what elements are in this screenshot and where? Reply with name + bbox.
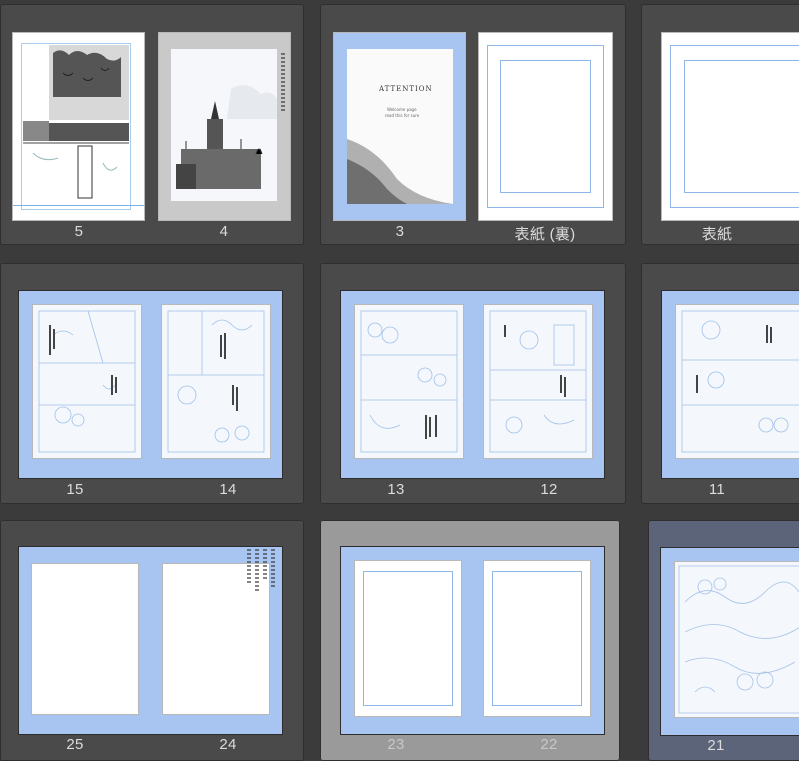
spread-cell-25-24[interactable]: 25 24 [0, 520, 304, 761]
page-number-label: 4 [219, 223, 229, 240]
note-text [271, 549, 275, 587]
guide-line [13, 205, 144, 206]
safe-area-guide [363, 571, 453, 706]
page-canvas-4 [171, 49, 277, 201]
note-text [255, 549, 259, 591]
page-number-label: 12 [540, 481, 558, 498]
page-thumbnail-15[interactable] [33, 305, 141, 458]
safe-area-guide [684, 60, 799, 193]
storyboard-sketch [489, 310, 587, 453]
storyboard-sketch [360, 310, 458, 453]
sidebar-note-text [281, 53, 285, 113]
page-number-label: 23 [387, 736, 405, 753]
spread-cell-15-14[interactable]: 15 14 [0, 263, 304, 504]
page-number-label: 13 [387, 481, 405, 498]
page-thumbnail-21[interactable] [675, 562, 799, 717]
note-text [263, 549, 267, 579]
page-thumbnail-cover[interactable] [662, 33, 799, 220]
page-thumbnail-22[interactable] [484, 561, 590, 716]
page-number-label: 25 [66, 736, 84, 753]
spread-cell-21-selected[interactable]: 21 [648, 520, 799, 761]
page-thumbnail-11[interactable] [676, 305, 799, 458]
page-thumbnail-3[interactable]: ATTENTION Welcome page read this for sur… [334, 33, 465, 220]
page-number-label: 表紙 [701, 226, 733, 243]
note-text [247, 549, 251, 585]
page-thumbnail-13[interactable] [355, 305, 463, 458]
page-thumbnail-24[interactable] [163, 564, 269, 714]
page-number-label: 15 [66, 481, 84, 498]
spread-cell-3-cover-back[interactable]: ATTENTION Welcome page read this for sur… [320, 4, 626, 245]
spread-thumbnail-13-12[interactable] [341, 291, 604, 478]
spread-thumbnail-15-14[interactable] [19, 291, 282, 478]
safe-area-guide [492, 571, 582, 706]
spread-cell-13-12[interactable]: 13 12 [320, 263, 626, 504]
page-thumbnail-cover-back[interactable] [479, 33, 612, 220]
page-thumbnail-5[interactable] [13, 33, 144, 220]
wave-illustration [347, 139, 453, 204]
manga-artwork [23, 45, 129, 199]
spread-cell-11[interactable]: 11 [641, 263, 799, 504]
storyboard-sketch [38, 310, 136, 453]
page-canvas-3: ATTENTION Welcome page read this for sur… [347, 49, 453, 204]
spread-thumbnail-25-24[interactable] [19, 547, 282, 734]
spread-cell-23-22-selected[interactable]: 23 22 [320, 520, 620, 761]
spread-thumbnail-11[interactable] [662, 291, 799, 478]
page-number-label: 21 [707, 737, 725, 754]
storyboard-sketch [678, 565, 799, 714]
church-illustration [176, 85, 277, 189]
spread-cell-cover[interactable]: 表紙 [641, 4, 799, 245]
page-thumbnail-4[interactable] [159, 33, 290, 220]
page-number-label: 5 [74, 223, 84, 240]
page-number-label: 22 [540, 736, 558, 753]
storyboard-sketch [681, 310, 799, 453]
page-number-label: 3 [395, 223, 405, 240]
storyboard-sketch [167, 310, 265, 453]
page-thumbnail-25[interactable] [32, 564, 138, 714]
safe-area-guide [500, 60, 591, 193]
page-thumbnail-14[interactable] [162, 305, 270, 458]
page-number-label: 24 [219, 736, 237, 753]
page-number-label: 表紙 (裏) [514, 226, 576, 243]
page-number-label: 11 [708, 481, 726, 498]
page-thumbnail-23[interactable] [355, 561, 461, 716]
page-number-label: 14 [219, 481, 237, 498]
spread-thumbnail-21[interactable] [661, 548, 799, 735]
spread-thumbnail-23-22[interactable] [341, 547, 604, 734]
spread-cell-5-4[interactable]: 5 4 [0, 4, 304, 245]
page-thumbnail-12[interactable] [484, 305, 592, 458]
